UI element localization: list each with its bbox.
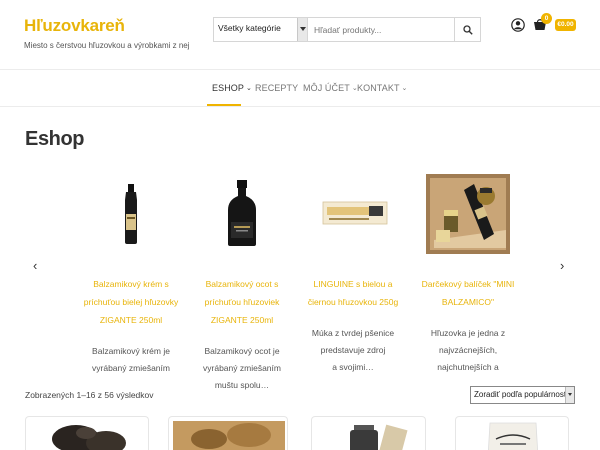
product-name[interactable]: LINGUINE s bielou a čiernou hľuzovkou 25… (305, 275, 401, 311)
product-description: Balzamikový ocot je vyrábaný zmiešaním h… (203, 346, 281, 373)
nav-item-label: RECEPTY (255, 83, 299, 93)
nav-item-recepty[interactable]: RECEPTY (255, 83, 298, 93)
product-grid-card[interactable] (455, 416, 569, 450)
category-select[interactable]: Všetky kategórie (214, 18, 308, 41)
nav-item-label: MÔJ ÚČET (303, 83, 350, 93)
nav-item-label: KONTAKT (357, 83, 400, 93)
product-card[interactable]: LINGUINE s bielou a čiernou hľuzovkou 25… (305, 170, 401, 376)
site-tagline: Miesto s čerstvou hľuzovkou a výrobkami … (24, 41, 190, 50)
main-navigation: ESHOP ⌄ RECEPTY MÔJ ÚČET ⌄ KONTAKT ⌄ (0, 71, 600, 107)
product-grid-card[interactable] (168, 416, 288, 450)
nav-item-eshop[interactable]: ESHOP ⌄ (212, 83, 252, 93)
product-name[interactable]: Darčekový balíček "MINI BALZAMICO" (420, 275, 516, 311)
search-input[interactable] (308, 18, 454, 41)
search-button[interactable] (454, 18, 480, 41)
category-select-value: Všetky kategórie (218, 23, 281, 33)
product-image[interactable] (309, 170, 397, 258)
product-card[interactable]: Balzamikový ocot s príchuťou hľuzoviek Z… (194, 170, 290, 394)
product-name[interactable]: Balzamikový ocot s príchuťou hľuzoviek Z… (194, 275, 290, 329)
active-nav-underline (207, 104, 241, 106)
product-description-more: muštu spolu… (214, 380, 270, 390)
sort-select-value: Zoradiť podľa populárnosti (474, 390, 568, 399)
site-header: Hľuzovkareň Miesto s čerstvou hľuzovkou … (0, 0, 600, 70)
site-logo[interactable]: Hľuzovkareň (24, 16, 125, 36)
product-card[interactable]: Balzamikový krém s príchuťou bielej hľuz… (83, 170, 179, 377)
product-grid-card[interactable] (25, 416, 149, 450)
product-description: Múka z tvrdej pšenice predstavuje zdroj … (311, 328, 395, 355)
cart-count-badge[interactable]: 0 (541, 13, 552, 24)
carousel-prev-arrow-icon[interactable]: ‹ (33, 258, 37, 273)
sort-select[interactable]: Zoradiť podľa populárnosti (470, 386, 575, 404)
page-title: Eshop (25, 128, 85, 150)
product-image[interactable] (424, 170, 512, 258)
nav-item-kontakt[interactable]: KONTAKT ⌄ (357, 83, 408, 93)
product-image[interactable] (198, 170, 286, 258)
product-grid-card[interactable] (311, 416, 426, 450)
carousel-next-arrow-icon[interactable]: › (560, 258, 564, 273)
search-icon (462, 24, 473, 35)
search-form: Všetky kategórie (213, 17, 481, 42)
product-image (350, 424, 408, 450)
product-name[interactable]: Balzamikový krém s príchuťou bielej hľuz… (83, 275, 179, 329)
product-image (52, 425, 126, 450)
chevron-down-icon (565, 387, 574, 403)
product-description-more: a svojimi… (332, 362, 374, 372)
nav-item-label: ESHOP (212, 83, 245, 93)
product-image[interactable] (87, 170, 175, 258)
product-card[interactable]: Darčekový balíček "MINI BALZAMICO" Hľuzo… (420, 170, 516, 376)
chevron-down-icon (297, 18, 307, 41)
product-description: Hľuzovka je jedna z najvzácnejších, (430, 328, 506, 355)
product-description: Balzamikový krém je vyrábaný zmiešaním (92, 346, 170, 373)
cart-total-badge[interactable]: €0.00 (555, 19, 576, 31)
chevron-down-icon: ⌄ (246, 85, 252, 92)
chevron-down-icon: ⌄ (401, 85, 408, 92)
result-count: Zobrazených 1–16 z 56 výsledkov (25, 390, 154, 400)
product-image (488, 422, 538, 450)
product-image (173, 421, 285, 450)
product-description-more: najchutnejších a (437, 362, 499, 372)
account-icon[interactable] (511, 18, 525, 32)
nav-item-moj-ucet[interactable]: MÔJ ÚČET ⌄ (303, 83, 358, 93)
